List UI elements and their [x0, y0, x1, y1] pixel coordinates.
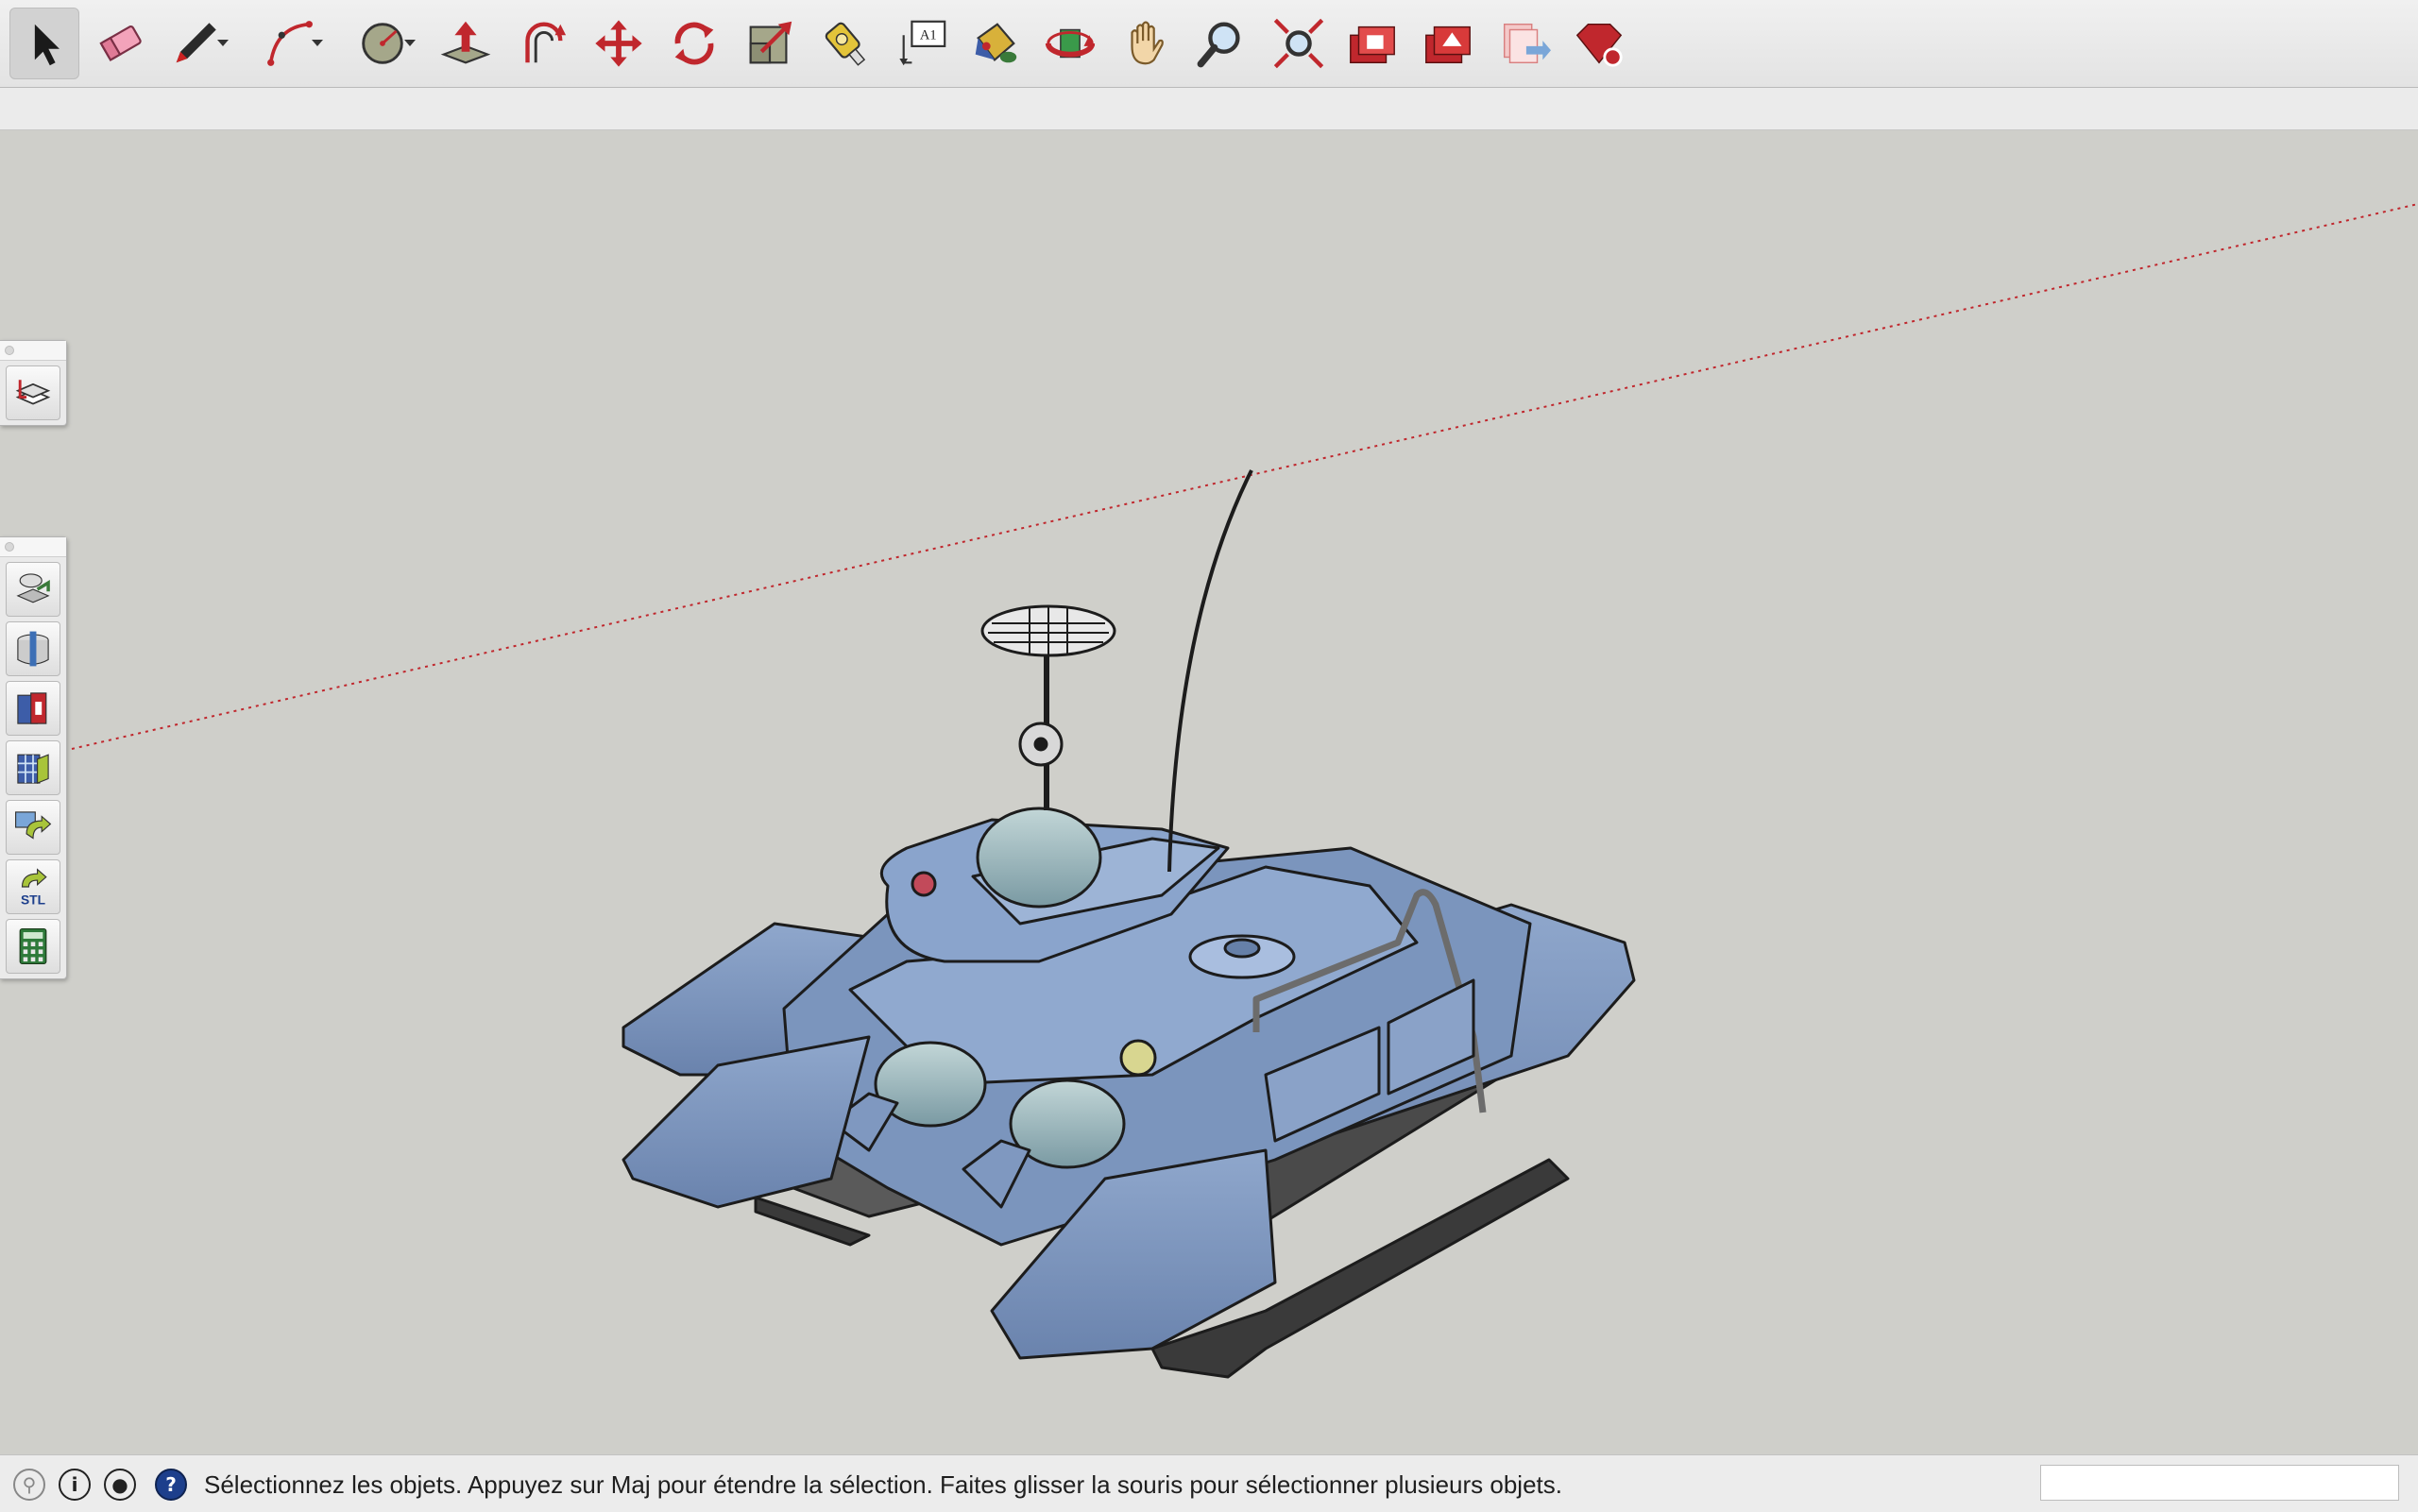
component-grid-button[interactable] — [6, 740, 60, 795]
circle-tool-button[interactable] — [348, 8, 417, 79]
extension-warehouse-icon — [1425, 25, 1471, 64]
component-grid-icon — [17, 754, 49, 784]
text-tool-button[interactable]: A1 — [888, 8, 958, 79]
hatch-center — [1223, 938, 1261, 959]
select-arrow-icon — [34, 24, 60, 66]
3d-warehouse-icon — [1350, 25, 1395, 64]
layers-panel-close-button[interactable] — [5, 346, 14, 355]
sandbox-icon — [17, 692, 47, 724]
paint-bucket-icon — [975, 23, 1017, 63]
orbit-icon — [1045, 28, 1096, 59]
text-tool-label: A1 — [920, 28, 937, 43]
main-toolbar: A1 — [0, 0, 2418, 88]
text-label-icon: A1 — [899, 20, 946, 66]
antenna — [1167, 469, 1253, 873]
3d-model-viewport[interactable]: STL — [0, 130, 2418, 1454]
rotate-icon — [674, 22, 714, 65]
circle-dropdown-arrow[interactable] — [404, 40, 416, 46]
stl-export-icon: STL — [21, 868, 47, 907]
arc-tool-button[interactable] — [255, 8, 325, 79]
calculator-button[interactable] — [6, 919, 60, 974]
eraser-icon — [99, 25, 142, 61]
stl-export-button[interactable]: STL — [6, 859, 60, 914]
zoom-icon — [1197, 22, 1240, 68]
paint-bucket-tool-button[interactable] — [960, 8, 1030, 79]
extension-manager-icon — [1575, 23, 1623, 67]
extensions-panel-close-button[interactable] — [5, 542, 14, 552]
import-button[interactable] — [6, 800, 60, 855]
eraser-tool-button[interactable] — [85, 8, 155, 79]
select-tool-button[interactable] — [9, 8, 79, 79]
offset-tool-button[interactable] — [506, 8, 576, 79]
credits-icon[interactable]: i — [59, 1469, 91, 1501]
scale-tool-button[interactable] — [735, 8, 805, 79]
push-pull-tool-button[interactable] — [431, 8, 501, 79]
extension-manager-button[interactable] — [1564, 8, 1634, 79]
tank-model[interactable] — [622, 469, 1636, 1379]
red-axis-line — [71, 203, 2418, 750]
account-icon[interactable]: ● — [104, 1469, 136, 1501]
help-icon[interactable]: ? — [155, 1469, 187, 1501]
section-plane-icon — [17, 631, 49, 667]
arc-dropdown-arrow[interactable] — [312, 40, 323, 46]
headlight — [1119, 1039, 1157, 1077]
zoom-extents-tool-button[interactable] — [1264, 8, 1334, 79]
zoom-tool-button[interactable] — [1186, 8, 1256, 79]
section-plane-button[interactable] — [6, 621, 60, 676]
layers-button[interactable] — [6, 365, 60, 420]
pan-tool-button[interactable] — [1111, 8, 1181, 79]
orbit-tool-button[interactable] — [1035, 8, 1105, 79]
pencil-dropdown-arrow[interactable] — [217, 40, 229, 46]
extensions-panel-titlebar[interactable] — [0, 537, 66, 557]
secondary-toolbar-strip — [0, 88, 2418, 130]
rotate-tool-button[interactable] — [659, 8, 729, 79]
import-icon — [15, 811, 52, 840]
signal-light — [911, 871, 937, 897]
extensions-floating-panel: STL — [0, 536, 67, 979]
status-bar: ⚲ i ● ? Sélectionnez les objets. Appuyez… — [0, 1454, 2418, 1512]
layers-floating-panel — [0, 340, 67, 426]
move-icon — [595, 20, 642, 67]
send-to-layout-icon — [1503, 23, 1551, 64]
push-pull-icon — [440, 21, 491, 64]
layers-panel-titlebar[interactable] — [0, 341, 66, 361]
status-message: Sélectionnez les objets. Appuyez sur Maj… — [204, 1470, 1562, 1499]
extension-warehouse-button[interactable] — [1413, 8, 1483, 79]
tape-measure-tool-button[interactable] — [810, 8, 880, 79]
offset-icon — [525, 22, 567, 63]
stl-label: STL — [21, 892, 45, 907]
3d-warehouse-button[interactable] — [1337, 8, 1407, 79]
move-tool-button[interactable] — [584, 8, 654, 79]
fan-module-center — [1033, 737, 1048, 752]
sandbox-button[interactable] — [6, 681, 60, 736]
calculator-icon — [19, 928, 47, 964]
turret-dome — [976, 807, 1102, 909]
layers-icon — [15, 380, 51, 405]
circle-icon — [362, 23, 403, 64]
measurements-box[interactable] — [2040, 1465, 2399, 1501]
pan-hand-icon — [1131, 21, 1164, 65]
zoom-extents-icon — [1273, 18, 1324, 69]
tank-model-scene[interactable] — [0, 130, 2418, 1454]
solid-inspector-icon — [16, 573, 50, 603]
scale-icon — [749, 21, 792, 64]
arc-icon — [267, 21, 313, 66]
tape-measure-icon — [825, 22, 866, 66]
solid-inspector-button[interactable] — [6, 562, 60, 617]
pencil-icon — [176, 23, 216, 63]
geo-location-icon[interactable]: ⚲ — [13, 1469, 45, 1501]
send-to-layout-button[interactable] — [1489, 8, 1558, 79]
pencil-tool-button[interactable] — [161, 8, 230, 79]
